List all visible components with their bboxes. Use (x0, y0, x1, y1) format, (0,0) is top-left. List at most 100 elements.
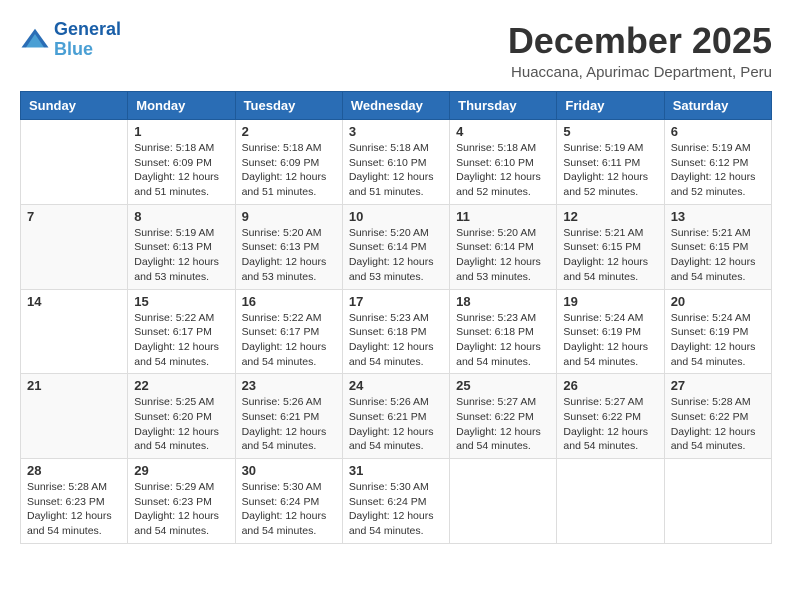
list-item: 15 Sunrise: 5:22 AM Sunset: 6:17 PM Dayli… (128, 289, 235, 374)
day-number: 16 (242, 294, 336, 309)
header: General Blue December 2025 Huaccana, Apu… (20, 20, 772, 81)
col-tuesday: Tuesday (235, 92, 342, 120)
list-item: 7 (21, 204, 128, 289)
day-number: 6 (671, 124, 765, 139)
month-title: December 2025 (508, 20, 772, 62)
list-item: 4 Sunrise: 5:18 AM Sunset: 6:10 PM Daylig… (450, 120, 557, 205)
day-number: 28 (27, 463, 121, 478)
day-info: Sunrise: 5:18 AM Sunset: 6:09 PM Dayligh… (242, 141, 336, 200)
list-item: 19Sunrise: 5:24 AM Sunset: 6:19 PM Dayli… (557, 289, 664, 374)
day-number: 18 (456, 294, 550, 309)
list-item: 11 Sunrise: 5:20 AM Sunset: 6:14 PM Dayli… (450, 204, 557, 289)
table-row: 28 Sunrise: 5:28 AM Sunset: 6:23 PM Dayli… (21, 459, 772, 544)
day-number: 23 (242, 378, 336, 393)
title-section: December 2025 Huaccana, Apurimac Departm… (508, 20, 772, 81)
day-number: 24 (349, 378, 443, 393)
day-info: Sunrise: 5:18 AM Sunset: 6:10 PM Dayligh… (349, 141, 443, 200)
day-info: Sunrise: 5:19 AM Sunset: 6:12 PM Dayligh… (671, 141, 765, 200)
list-item: 22Sunrise: 5:25 AM Sunset: 6:20 PM Dayli… (128, 374, 235, 459)
list-item (664, 459, 771, 544)
list-item (557, 459, 664, 544)
list-item: 12 Sunrise: 5:21 AM Sunset: 6:15 PM Dayli… (557, 204, 664, 289)
day-info: Sunrise: 5:20 AM Sunset: 6:14 PM Dayligh… (456, 226, 550, 285)
logo-icon (20, 25, 50, 55)
list-item: 24 Sunrise: 5:26 AM Sunset: 6:21 PM Dayli… (342, 374, 449, 459)
day-number: 25 (456, 378, 550, 393)
day-number: 15 (134, 294, 228, 309)
day-info: Sunrise: 5:19 AM Sunset: 6:13 PM Dayligh… (134, 226, 228, 285)
day-number: 7 (27, 209, 121, 224)
table-row: 14 15 Sunrise: 5:22 AM Sunset: 6:17 PM Day… (21, 289, 772, 374)
list-item: 5Sunrise: 5:19 AM Sunset: 6:11 PM Daylig… (557, 120, 664, 205)
day-info: Sunrise: 5:27 AM Sunset: 6:22 PM Dayligh… (456, 395, 550, 454)
table-row: 21 22Sunrise: 5:25 AM Sunset: 6:20 PM Day… (21, 374, 772, 459)
day-number: 8 (134, 209, 228, 224)
day-number: 21 (27, 378, 121, 393)
day-info: Sunrise: 5:21 AM Sunset: 6:15 PM Dayligh… (563, 226, 657, 285)
day-info: Sunrise: 5:24 AM Sunset: 6:19 PM Dayligh… (563, 311, 657, 370)
day-info: Sunrise: 5:28 AM Sunset: 6:23 PM Dayligh… (27, 480, 121, 539)
day-info: Sunrise: 5:22 AM Sunset: 6:17 PM Dayligh… (242, 311, 336, 370)
header-row: Sunday Monday Tuesday Wednesday Thursday… (21, 92, 772, 120)
day-number: 31 (349, 463, 443, 478)
day-info: Sunrise: 5:18 AM Sunset: 6:09 PM Dayligh… (134, 141, 228, 200)
table-row: 1Sunrise: 5:18 AM Sunset: 6:09 PM Daylig… (21, 120, 772, 205)
day-info: Sunrise: 5:22 AM Sunset: 6:17 PM Dayligh… (134, 311, 228, 370)
list-item: 18 Sunrise: 5:23 AM Sunset: 6:18 PM Dayli… (450, 289, 557, 374)
col-saturday: Saturday (664, 92, 771, 120)
list-item: 16 Sunrise: 5:22 AM Sunset: 6:17 PM Dayli… (235, 289, 342, 374)
day-number: 26 (563, 378, 657, 393)
day-number: 20 (671, 294, 765, 309)
day-number: 14 (27, 294, 121, 309)
list-item: 14 (21, 289, 128, 374)
list-item: 29 Sunrise: 5:29 AM Sunset: 6:23 PM Dayli… (128, 459, 235, 544)
day-info: Sunrise: 5:30 AM Sunset: 6:24 PM Dayligh… (349, 480, 443, 539)
day-info: Sunrise: 5:20 AM Sunset: 6:13 PM Dayligh… (242, 226, 336, 285)
day-info: Sunrise: 5:26 AM Sunset: 6:21 PM Dayligh… (349, 395, 443, 454)
list-item (21, 120, 128, 205)
day-info: Sunrise: 5:20 AM Sunset: 6:14 PM Dayligh… (349, 226, 443, 285)
list-item (450, 459, 557, 544)
col-friday: Friday (557, 92, 664, 120)
day-info: Sunrise: 5:23 AM Sunset: 6:18 PM Dayligh… (349, 311, 443, 370)
logo-text: General Blue (54, 20, 121, 60)
subtitle: Huaccana, Apurimac Department, Peru (508, 64, 772, 81)
day-number: 17 (349, 294, 443, 309)
col-monday: Monday (128, 92, 235, 120)
day-info: Sunrise: 5:30 AM Sunset: 6:24 PM Dayligh… (242, 480, 336, 539)
list-item: 21 (21, 374, 128, 459)
day-info: Sunrise: 5:24 AM Sunset: 6:19 PM Dayligh… (671, 311, 765, 370)
list-item: 6 Sunrise: 5:19 AM Sunset: 6:12 PM Daylig… (664, 120, 771, 205)
list-item: 3Sunrise: 5:18 AM Sunset: 6:10 PM Daylig… (342, 120, 449, 205)
table-row: 78 Sunrise: 5:19 AM Sunset: 6:13 PM Dayli… (21, 204, 772, 289)
day-info: Sunrise: 5:19 AM Sunset: 6:11 PM Dayligh… (563, 141, 657, 200)
logo: General Blue (20, 20, 121, 60)
list-item: 10Sunrise: 5:20 AM Sunset: 6:14 PM Dayli… (342, 204, 449, 289)
day-info: Sunrise: 5:23 AM Sunset: 6:18 PM Dayligh… (456, 311, 550, 370)
list-item: 9Sunrise: 5:20 AM Sunset: 6:13 PM Daylig… (235, 204, 342, 289)
list-item: 28 Sunrise: 5:28 AM Sunset: 6:23 PM Dayli… (21, 459, 128, 544)
day-info: Sunrise: 5:28 AM Sunset: 6:22 PM Dayligh… (671, 395, 765, 454)
day-number: 11 (456, 209, 550, 224)
list-item: 20 Sunrise: 5:24 AM Sunset: 6:19 PM Dayli… (664, 289, 771, 374)
list-item: 27Sunrise: 5:28 AM Sunset: 6:22 PM Dayli… (664, 374, 771, 459)
list-item: 1Sunrise: 5:18 AM Sunset: 6:09 PM Daylig… (128, 120, 235, 205)
col-wednesday: Wednesday (342, 92, 449, 120)
calendar-table: Sunday Monday Tuesday Wednesday Thursday… (20, 91, 772, 544)
day-number: 30 (242, 463, 336, 478)
day-number: 12 (563, 209, 657, 224)
day-number: 4 (456, 124, 550, 139)
day-number: 29 (134, 463, 228, 478)
col-thursday: Thursday (450, 92, 557, 120)
list-item: 8 Sunrise: 5:19 AM Sunset: 6:13 PM Daylig… (128, 204, 235, 289)
col-sunday: Sunday (21, 92, 128, 120)
list-item: 13Sunrise: 5:21 AM Sunset: 6:15 PM Dayli… (664, 204, 771, 289)
day-number: 2 (242, 124, 336, 139)
list-item: 17 Sunrise: 5:23 AM Sunset: 6:18 PM Dayli… (342, 289, 449, 374)
day-info: Sunrise: 5:18 AM Sunset: 6:10 PM Dayligh… (456, 141, 550, 200)
list-item: 26 Sunrise: 5:27 AM Sunset: 6:22 PM Dayli… (557, 374, 664, 459)
day-info: Sunrise: 5:29 AM Sunset: 6:23 PM Dayligh… (134, 480, 228, 539)
day-number: 22 (134, 378, 228, 393)
day-info: Sunrise: 5:27 AM Sunset: 6:22 PM Dayligh… (563, 395, 657, 454)
list-item: 30 Sunrise: 5:30 AM Sunset: 6:24 PM Dayli… (235, 459, 342, 544)
